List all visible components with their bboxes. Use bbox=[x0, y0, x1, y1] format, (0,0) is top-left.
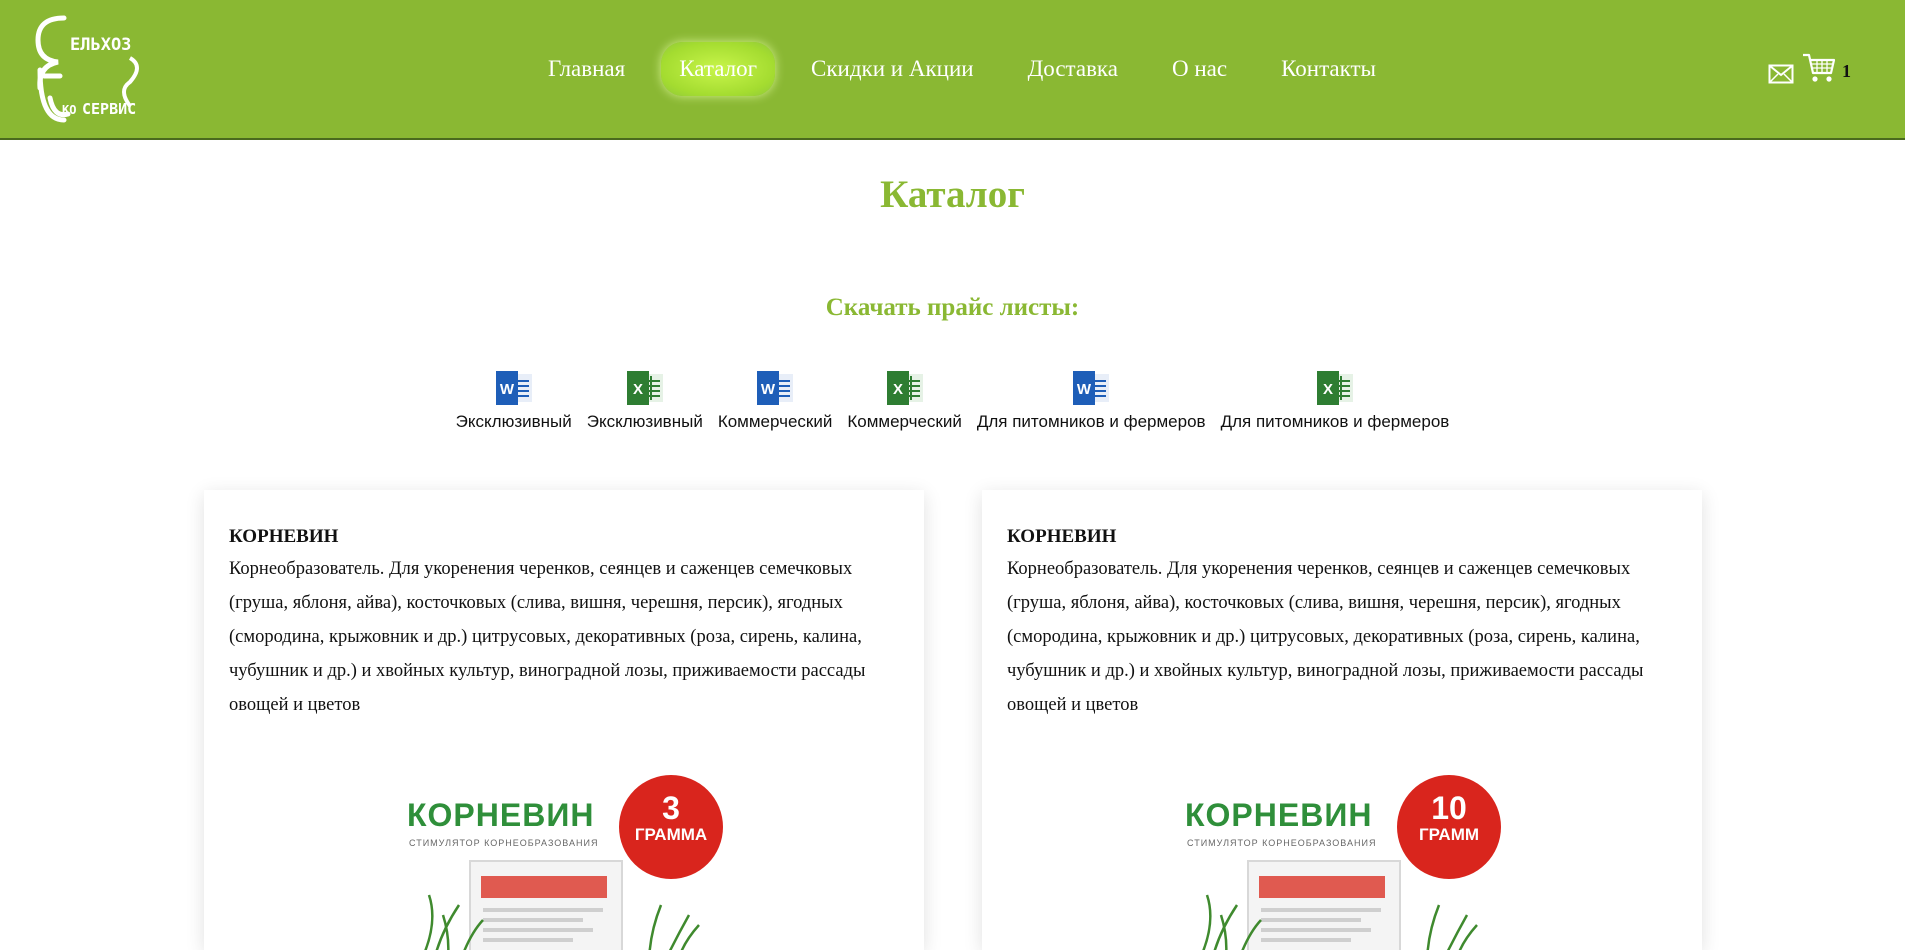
nav-discounts[interactable]: Скидки и Акции bbox=[793, 42, 992, 96]
svg-text:X: X bbox=[893, 381, 903, 398]
download-label: Эксклюзивный bbox=[455, 412, 572, 431]
nav-contacts[interactable]: Контакты bbox=[1263, 42, 1394, 96]
nav-home[interactable]: Главная bbox=[530, 42, 643, 96]
download-label: Коммерческий bbox=[717, 412, 833, 431]
svg-text:ЕЛЬХОЗ: ЕЛЬХОЗ bbox=[70, 35, 131, 55]
word-icon: W bbox=[1073, 371, 1110, 405]
download-label: Эксклюзивный bbox=[586, 412, 703, 431]
mail-icon[interactable] bbox=[1768, 64, 1794, 84]
product-weight-badge: 3 ГРАММА bbox=[619, 775, 723, 879]
product-weight-badge: 10 ГРАММ bbox=[1397, 775, 1501, 879]
product-name: КОРНЕВИН bbox=[1007, 526, 1117, 547]
svg-text:X: X bbox=[633, 381, 643, 398]
download-label: Для питомников и фермеров bbox=[976, 412, 1206, 431]
svg-text:X: X bbox=[1323, 381, 1333, 398]
cart-count: 1 bbox=[1842, 61, 1851, 81]
download-exclusive-excel[interactable]: X Эксклюзивный bbox=[587, 370, 703, 432]
product-description: Корнеобразователь. Для укоренения черенк… bbox=[1007, 559, 1644, 715]
product-description: Корнеобразователь. Для укоренения черенк… bbox=[229, 559, 866, 715]
download-label: Для питомников и фермеров bbox=[1220, 412, 1450, 431]
nav-about[interactable]: О нас bbox=[1154, 42, 1245, 96]
svg-text:W: W bbox=[500, 381, 515, 398]
svg-text:W: W bbox=[761, 381, 776, 398]
download-commercial-word[interactable]: W Коммерческий bbox=[717, 370, 833, 432]
word-icon: W bbox=[757, 371, 794, 405]
product-card[interactable]: КОРНЕВИН Корнеобразователь. Для укоренен… bbox=[982, 490, 1702, 950]
page-title: Каталог bbox=[880, 173, 1025, 216]
logo[interactable]: ЕЛЬХОЗ КО СЕРВИС bbox=[30, 10, 150, 130]
download-label: Коммерческий bbox=[847, 412, 962, 431]
download-farmers-excel[interactable]: X Для питомников и фермеров bbox=[1220, 370, 1450, 432]
site-header: ЕЛЬХОЗ КО СЕРВИС Главная Каталог Скидки … bbox=[0, 0, 1905, 140]
excel-icon: X bbox=[886, 371, 923, 405]
svg-text:КО: КО bbox=[62, 103, 76, 117]
download-farmers-word[interactable]: W Для питомников и фермеров bbox=[977, 370, 1206, 432]
main-nav: Главная Каталог Скидки и Акции Доставка … bbox=[530, 42, 1394, 96]
nav-delivery[interactable]: Доставка bbox=[1010, 42, 1136, 96]
downloads-title: Скачать прайс листы: bbox=[825, 294, 1080, 321]
cart-icon[interactable] bbox=[1802, 52, 1836, 84]
download-exclusive-word[interactable]: W Эксклюзивный bbox=[456, 370, 572, 432]
word-icon: W bbox=[495, 371, 532, 405]
product-image[interactable]: КОРНЕВИН СТИМУЛЯТОР КОРНЕОБРАЗОВАНИЯ 10 … bbox=[1177, 755, 1507, 950]
download-commercial-excel[interactable]: X Коммерческий bbox=[847, 370, 962, 432]
header-icons: 1 bbox=[1768, 52, 1851, 84]
product-image[interactable]: КОРНЕВИН СТИМУЛЯТОР КОРНЕОБРАЗОВАНИЯ 3 Г… bbox=[399, 755, 729, 950]
svg-text:W: W bbox=[1077, 381, 1092, 398]
product-name: КОРНЕВИН bbox=[229, 526, 339, 547]
price-list-downloads: W Эксклюзивный X Эксклюзивный W Коммерче… bbox=[0, 370, 1905, 432]
excel-icon: X bbox=[626, 371, 663, 405]
nav-catalog[interactable]: Каталог bbox=[661, 42, 776, 96]
product-card[interactable]: КОРНЕВИН Корнеобразователь. Для укоренен… bbox=[204, 490, 924, 950]
excel-icon: X bbox=[1316, 371, 1353, 405]
